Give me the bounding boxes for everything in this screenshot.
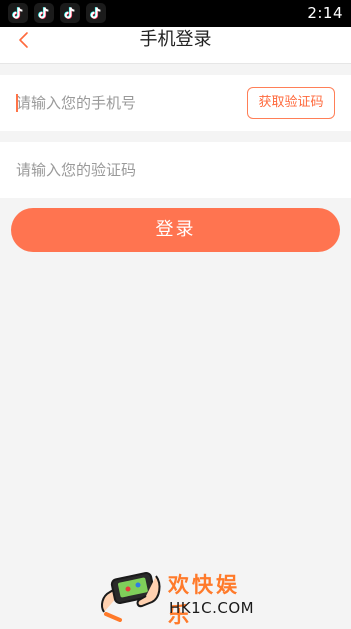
phone-field-row: 获取验证码 [0, 75, 351, 131]
watermark-logo: 欢快娱乐 HK1C.COM [98, 566, 258, 627]
page-title: 手机登录 [139, 29, 212, 50]
verification-code-input[interactable] [16, 142, 226, 198]
tiktok-icon [34, 3, 54, 23]
status-bar: 2:14 [0, 0, 351, 27]
phone-input[interactable] [16, 75, 226, 131]
watermark-name-en: HK1C.COM [169, 599, 255, 617]
get-code-button[interactable]: 获取验证码 [247, 87, 335, 119]
gamepad-hands-icon [101, 572, 161, 622]
text-cursor [16, 94, 18, 112]
notification-icons [8, 3, 106, 23]
nav-bar: 手机登录 [0, 27, 351, 64]
code-field-row [0, 142, 351, 198]
status-time: 2:14 [307, 4, 343, 22]
tiktok-icon [60, 3, 80, 23]
login-button[interactable]: 登录 [11, 208, 340, 252]
tiktok-icon [8, 3, 28, 23]
tiktok-icon [86, 3, 106, 23]
